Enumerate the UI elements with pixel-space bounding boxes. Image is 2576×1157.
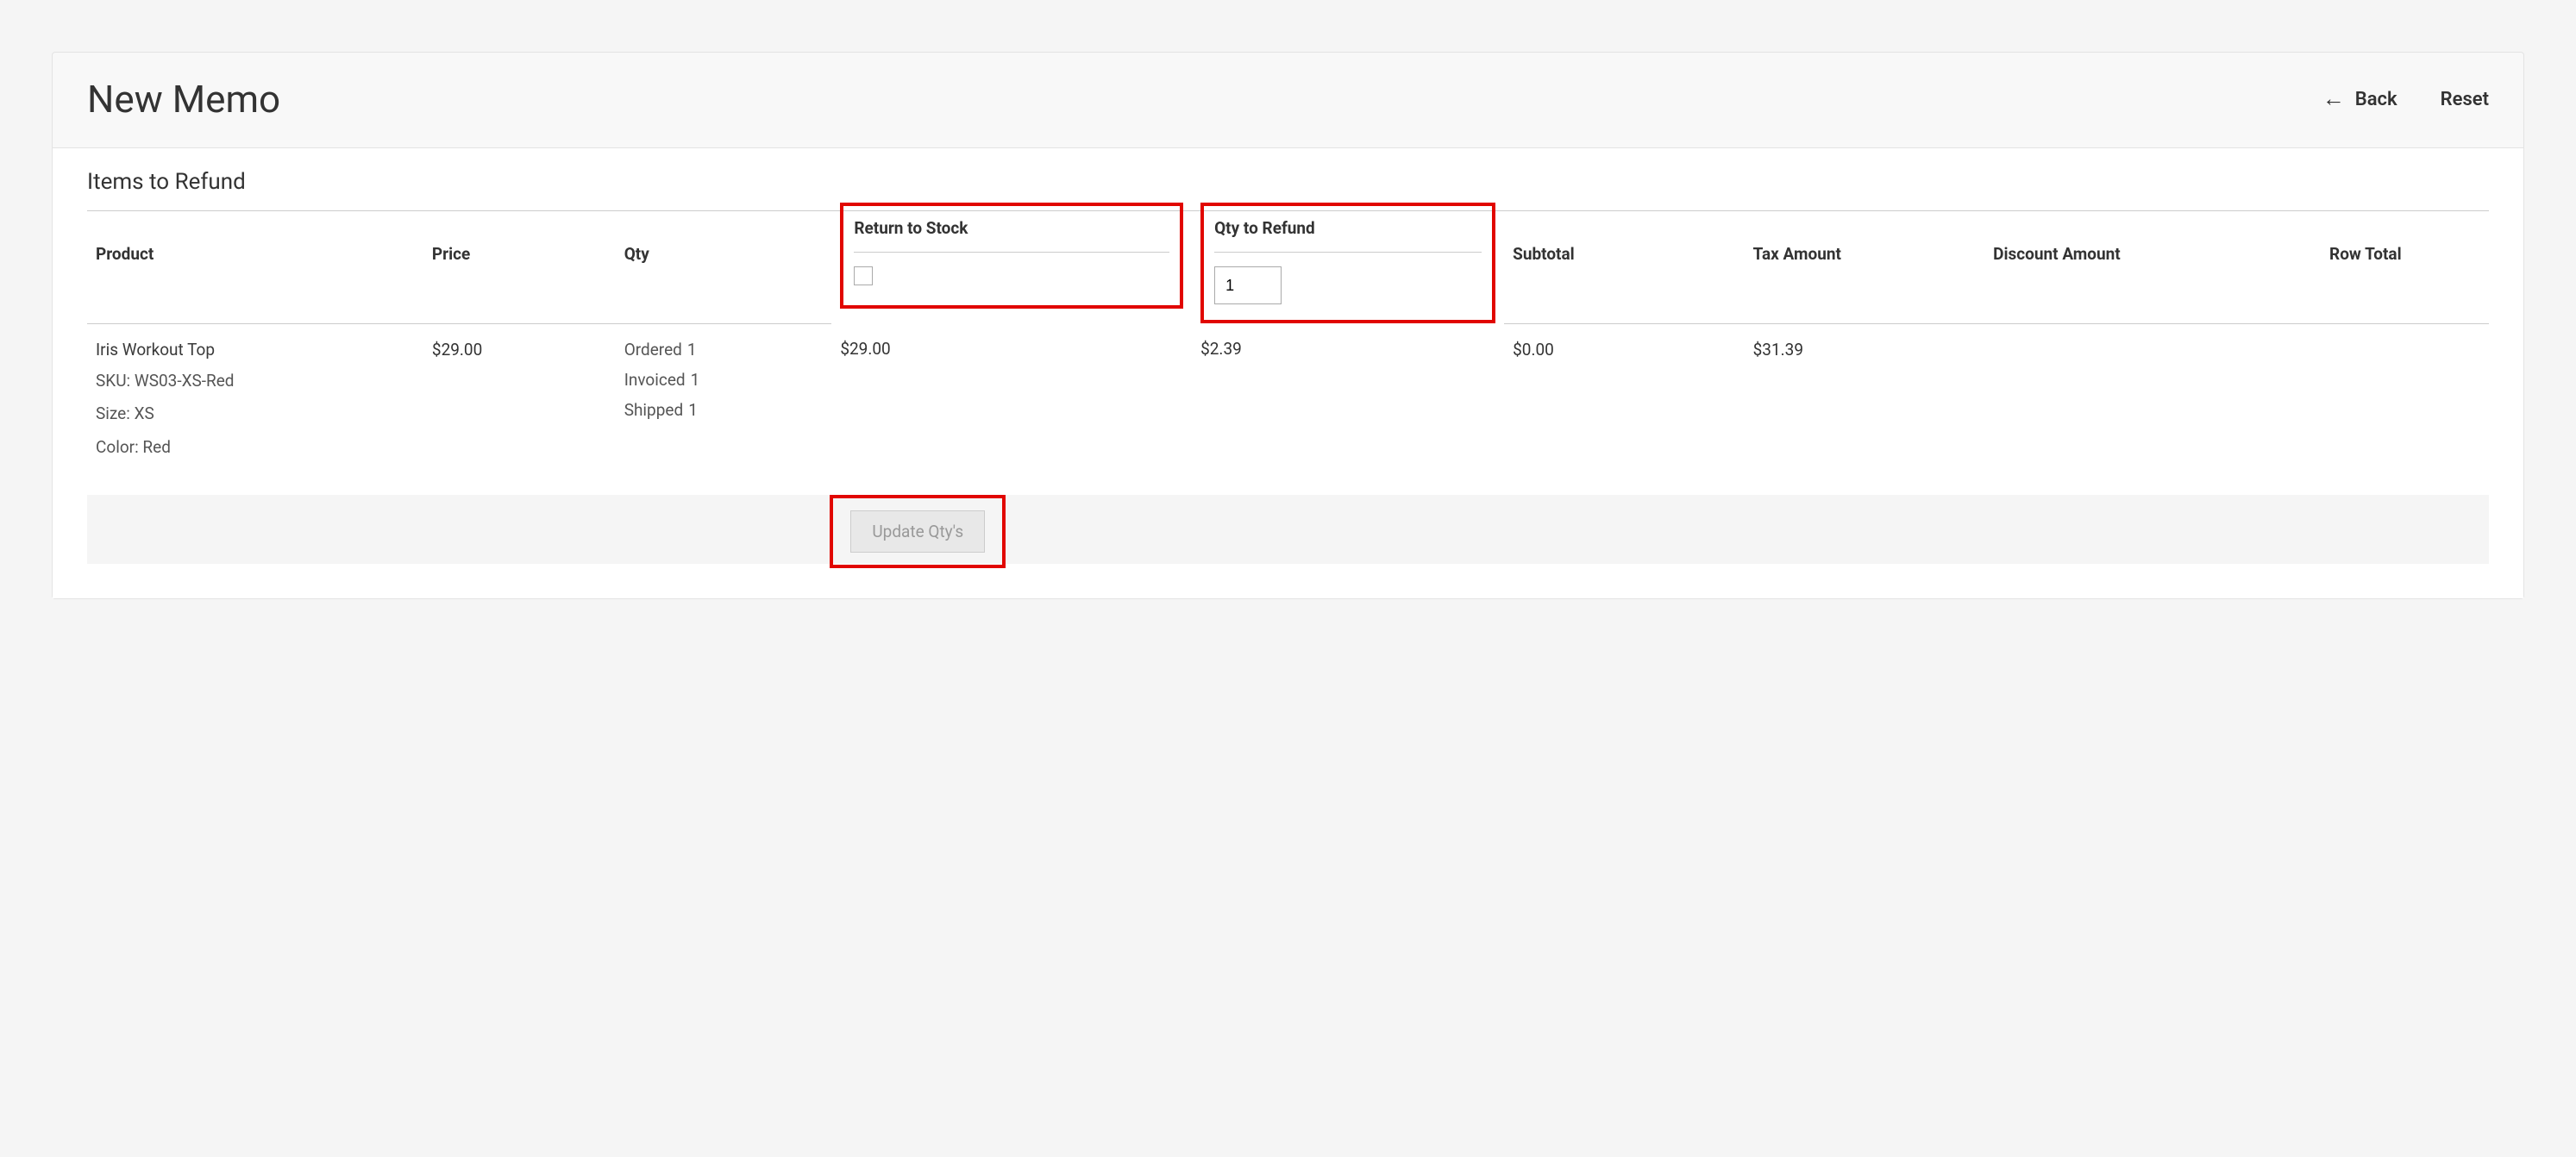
refund-items-table: Product Price Qty Return to Stock Qty to… bbox=[87, 218, 2489, 564]
col-return-to-stock-header: Return to Stock bbox=[831, 218, 1192, 323]
qty-invoiced-value: 1 bbox=[691, 370, 700, 390]
subtotal-cell: $29.00 bbox=[831, 323, 1192, 495]
qty-ordered-label: Ordered bbox=[624, 340, 682, 360]
qty-shipped-label: Shipped bbox=[624, 400, 684, 420]
col-qty-header: Qty bbox=[616, 218, 832, 323]
content-area: Items to Refund Product Price Qty bbox=[53, 148, 2523, 598]
back-label: Back bbox=[2355, 89, 2397, 110]
col-qty-to-refund-header: Qty to Refund bbox=[1192, 218, 1504, 323]
product-sku: SKU: WS03-XS-Red bbox=[96, 370, 415, 393]
reset-button[interactable]: Reset bbox=[2441, 89, 2489, 110]
table-header-row: Product Price Qty Return to Stock Qty to… bbox=[87, 218, 2489, 323]
discount-amount-cell: $0.00 bbox=[1504, 323, 1745, 495]
col-discount-amount-header: Discount Amount bbox=[1984, 218, 2321, 323]
price-cell: $29.00 bbox=[423, 323, 616, 495]
qty-to-refund-highlight: Qty to Refund bbox=[1200, 203, 1495, 323]
return-to-stock-label: Return to Stock bbox=[854, 218, 1169, 253]
col-row-total-header: Row Total bbox=[2321, 218, 2489, 323]
tax-amount-cell: $2.39 bbox=[1192, 323, 1504, 495]
col-price-header: Price bbox=[423, 218, 616, 323]
return-to-stock-checkbox[interactable] bbox=[854, 266, 873, 285]
product-name: Iris Workout Top bbox=[96, 340, 415, 360]
qty-shipped-value: 1 bbox=[688, 400, 698, 420]
page-title: New Memo bbox=[87, 77, 280, 122]
product-cell: Iris Workout Top SKU: WS03-XS-Red Size: … bbox=[87, 323, 423, 495]
return-to-stock-highlight: Return to Stock bbox=[840, 203, 1183, 309]
col-tax-amount-header: Tax Amount bbox=[1745, 218, 1985, 323]
qty-to-refund-input[interactable] bbox=[1214, 266, 1282, 304]
arrow-left-icon: ← bbox=[2322, 88, 2345, 110]
qty-cell: Ordered1 Invoiced1 Shipped1 bbox=[616, 323, 832, 495]
product-size: Size: XS bbox=[96, 403, 415, 426]
col-product-header: Product bbox=[87, 218, 423, 323]
page-header: New Memo ← Back Reset bbox=[53, 53, 2523, 148]
qty-to-refund-label: Qty to Refund bbox=[1214, 218, 1482, 253]
table-row: Iris Workout Top SKU: WS03-XS-Red Size: … bbox=[87, 323, 2489, 495]
update-qtys-button[interactable]: Update Qty's bbox=[850, 510, 985, 553]
qty-invoiced-label: Invoiced bbox=[624, 370, 686, 390]
back-button[interactable]: ← Back bbox=[2322, 88, 2397, 110]
qty-invoiced: Invoiced1 bbox=[624, 370, 824, 390]
qty-ordered: Ordered1 bbox=[624, 340, 824, 360]
qty-ordered-value: 1 bbox=[687, 340, 697, 360]
col-subtotal-header: Subtotal bbox=[1504, 218, 1745, 323]
header-actions: ← Back Reset bbox=[2322, 88, 2489, 110]
qty-shipped: Shipped1 bbox=[624, 400, 824, 420]
product-color: Color: Red bbox=[96, 436, 415, 460]
update-qtys-highlight: Update Qty's bbox=[830, 495, 1006, 568]
table-footer-row: Update Qty's bbox=[87, 495, 2489, 564]
row-total-cell: $31.39 bbox=[1745, 323, 1985, 495]
memo-card: New Memo ← Back Reset Items to Refund bbox=[52, 52, 2524, 599]
